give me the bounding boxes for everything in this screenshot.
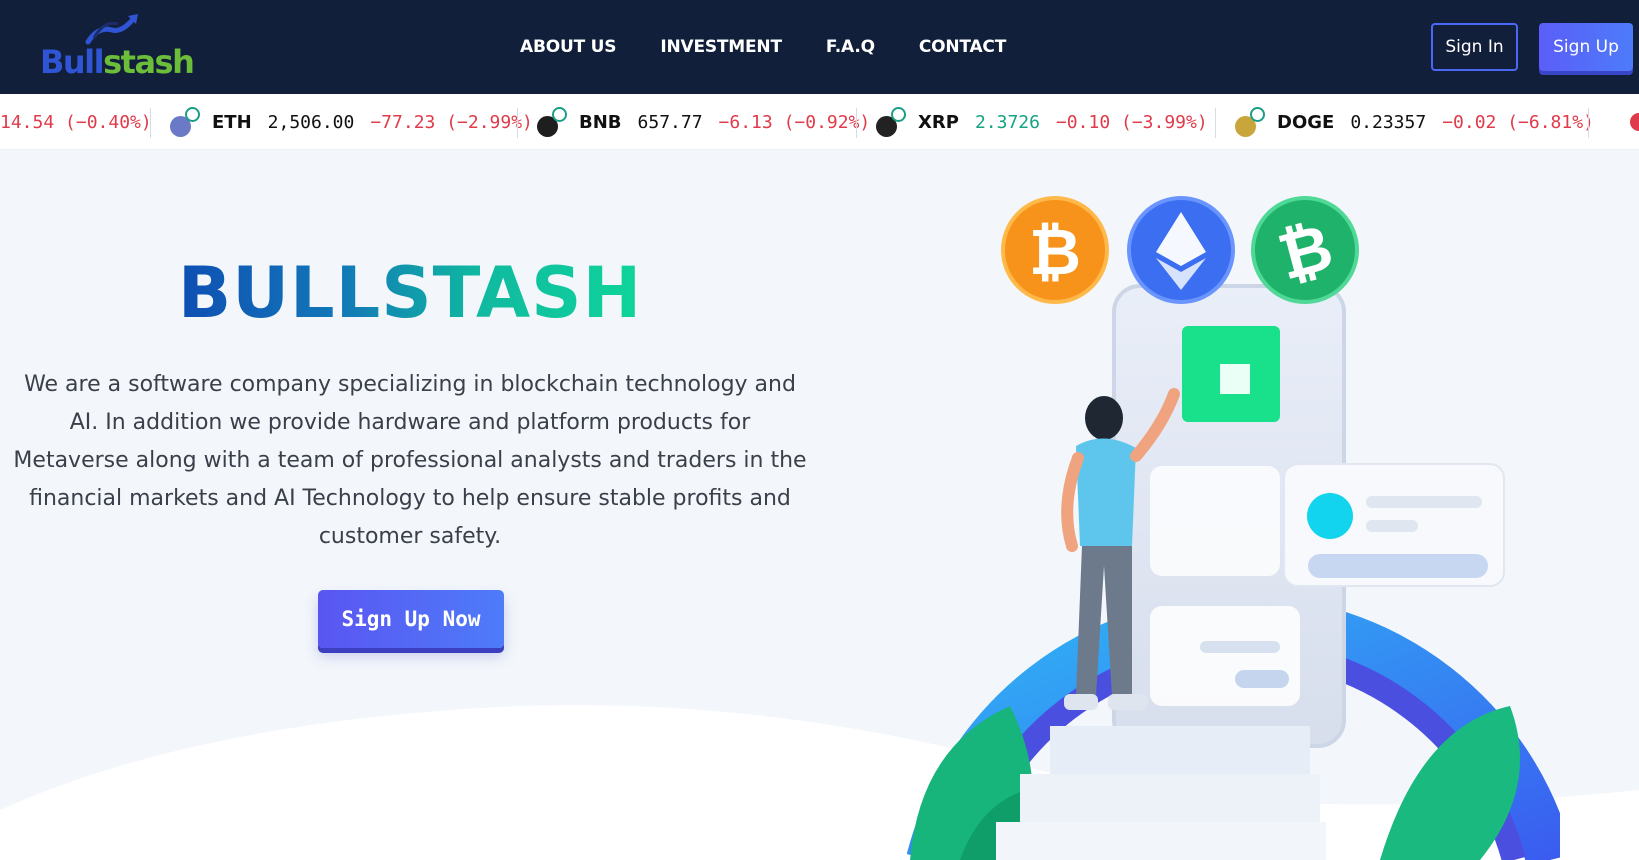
ticker-item-doge[interactable]: DOGE 0.23357 −0.02 (−6.81%) <box>1235 94 1594 149</box>
ticker-price: 0.23357 <box>1350 111 1427 133</box>
ticker-item-bnb[interactable]: BNB 657.77 −6.13 (−0.92%) <box>537 94 871 149</box>
ticker-divider <box>150 108 151 138</box>
ticker-symbol: XRP <box>918 111 959 133</box>
bitcoin-cash-icon: ₿ <box>1251 196 1359 304</box>
next-coin-icon <box>1630 113 1639 131</box>
xrp-icon <box>876 107 906 137</box>
nav-link-faq[interactable]: F.A.Q <box>826 37 875 57</box>
sign-up-now-button[interactable]: Sign Up Now <box>318 590 504 648</box>
ethereum-icon <box>1127 196 1235 304</box>
sign-up-button[interactable]: Sign Up <box>1539 23 1633 71</box>
ticker-divider <box>856 108 857 138</box>
ticker-change: 14.54 (−0.40%) <box>0 111 152 133</box>
bnb-icon <box>537 107 567 137</box>
nav-link-investment[interactable]: INVESTMENT <box>660 37 782 57</box>
hero-description: We are a software company specializing i… <box>13 372 807 549</box>
bullstash-logo[interactable]: Bullstash <box>40 12 195 82</box>
logo-text-bull: Bull <box>40 43 105 81</box>
ticker-price: 657.77 <box>637 111 703 133</box>
ticker-item-xrp[interactable]: XRP 2.3726 −0.10 (−3.99%) <box>876 94 1208 149</box>
ticker-change: −6.13 (−0.92%) <box>718 111 871 133</box>
ticker-symbol: DOGE <box>1277 111 1335 133</box>
ethereum-icon <box>170 107 200 137</box>
ticker-divider <box>517 108 518 138</box>
dogecoin-icon <box>1235 107 1265 137</box>
ticker-item-partial: 14.54 (−0.40%) <box>0 94 152 149</box>
ticker-price: 2.3726 <box>974 111 1040 133</box>
ticker-item-eth[interactable]: ETH 2,506.00 −77.23 (−2.99%) <box>170 94 533 149</box>
ticker-track: 14.54 (−0.40%) ETH 2,506.00 −77.23 (−2.9… <box>0 94 1639 149</box>
ticker-change: −0.10 (−3.99%) <box>1055 111 1208 133</box>
ticker-symbol: ETH <box>212 111 252 133</box>
crypto-price-ticker[interactable]: 14.54 (−0.40%) ETH 2,506.00 −77.23 (−2.9… <box>0 94 1639 150</box>
nav-link-contact[interactable]: CONTACT <box>919 37 1006 57</box>
ticker-divider <box>1215 108 1216 138</box>
logo-wordmark: Bullstash <box>40 43 195 81</box>
svg-text:₿: ₿ <box>1029 216 1081 290</box>
crypto-illustration: ₿ ₿ <box>906 196 1560 860</box>
ticker-change: −0.02 (−6.81%) <box>1442 111 1594 133</box>
nav-link-about-us[interactable]: ABOUT US <box>520 37 617 57</box>
logo-text-stash: stash <box>103 43 195 81</box>
ticker-symbol: BNB <box>579 111 622 133</box>
bull-logo-icon <box>85 14 138 45</box>
top-navbar: Bullstash ABOUT US INVESTMENT F.A.Q CONT… <box>0 0 1639 94</box>
hero-section: BULLSTASH We are a software company spec… <box>0 150 1639 860</box>
sign-in-button[interactable]: Sign In <box>1431 23 1518 71</box>
ticker-price: 2,506.00 <box>267 111 355 133</box>
bitcoin-icon: ₿ <box>1001 196 1109 304</box>
main-nav: ABOUT US INVESTMENT F.A.Q CONTACT <box>520 0 1006 94</box>
hero-title: BULLSTASH <box>177 252 643 334</box>
ticker-divider <box>1588 108 1589 138</box>
ticker-change: −77.23 (−2.99%) <box>370 111 533 133</box>
